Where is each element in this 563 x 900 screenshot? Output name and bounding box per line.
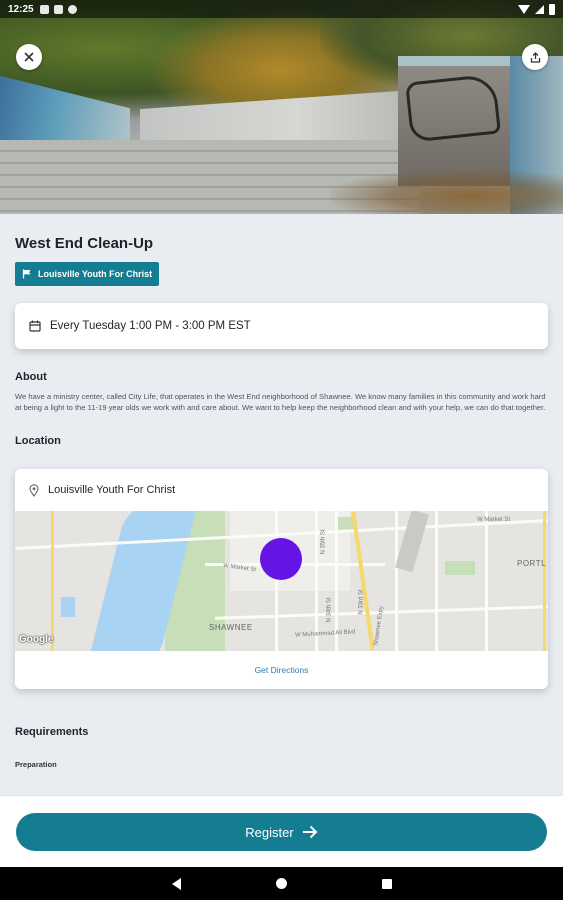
map-label-street: N 35th St [320,529,327,555]
status-bar: 12:25 [0,0,563,18]
map-label-street: W Market St [477,517,511,523]
notification-icon [39,4,49,14]
map-label-street: W Muhammad Ali Blvd [294,629,356,639]
calendar-icon [29,320,41,332]
app-icon [67,4,77,14]
event-title: West End Clean-Up [15,235,154,252]
wifi-icon [518,4,530,14]
map-label-portland: PORTL [517,559,547,568]
requirements-heading: Requirements [15,726,89,738]
location-header: Louisville Youth For Christ [15,469,548,511]
organization-badge[interactable]: Louisville Youth For Christ [15,262,160,286]
back-icon[interactable] [171,877,181,890]
get-directions-link[interactable]: Get Directions [15,651,548,689]
bottom-action-bar: Register [0,795,563,867]
share-icon [530,51,540,63]
location-card: Louisville Youth For Christ SHAWNEE PORT… [15,469,548,689]
arrow-right-icon [302,825,318,839]
home-icon[interactable] [275,878,287,889]
location-pin-icon [29,483,39,497]
event-hero-image [0,0,563,214]
map-marker[interactable] [260,538,302,580]
close-icon [24,52,34,62]
file-icon [53,4,63,14]
screen: 12:25 West End Clean-Up Louisville Youth… [0,0,563,900]
system-nav-bar [0,867,563,900]
flag-icon [22,269,31,279]
organization-name: Louisville Youth For Christ [38,269,153,279]
status-time: 12:25 [8,3,34,15]
requirement-item-label: Preparation [15,760,57,769]
close-button[interactable] [16,44,42,70]
share-button[interactable] [522,44,548,70]
schedule-text: Every Tuesday 1:00 PM - 3:00 PM EST [50,320,251,332]
register-button[interactable]: Register [16,813,547,851]
location-heading: Location [15,435,61,447]
event-details: West End Clean-Up Louisville Youth For C… [0,214,563,795]
location-map[interactable]: SHAWNEE PORTL W Market St W Muhammad Ali… [15,511,548,651]
register-label: Register [245,824,294,840]
location-name: Louisville Youth For Christ [48,484,176,496]
about-heading: About [15,371,47,383]
recent-apps-icon[interactable] [381,878,392,889]
battery-icon [549,3,555,15]
map-label-shawnee: SHAWNEE [209,623,253,632]
signal-icon [535,4,544,14]
about-text: We have a ministry center, called City L… [15,392,546,412]
map-label-street: N 33rd St [358,589,365,615]
schedule-card: Every Tuesday 1:00 PM - 3:00 PM EST [15,303,548,349]
map-label-street: N 34th St [326,597,333,623]
google-attribution: Google [19,634,54,645]
